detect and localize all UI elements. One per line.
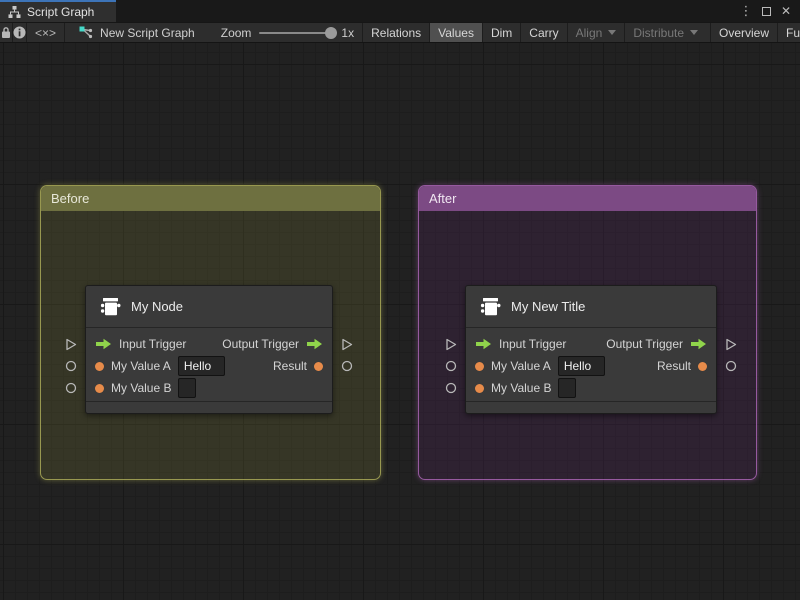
values-button[interactable]: Values bbox=[429, 23, 482, 42]
value-input-port[interactable] bbox=[64, 377, 78, 399]
group-after-header[interactable]: After bbox=[419, 186, 756, 211]
value-input-port[interactable] bbox=[444, 377, 458, 399]
control-output-port[interactable] bbox=[724, 333, 738, 355]
value-port-icon bbox=[95, 361, 104, 371]
value-port-icon bbox=[475, 383, 484, 393]
toolbar-right-group: Relations Values Dim Carry Align Distrib… bbox=[362, 23, 800, 42]
port-row: My Value B bbox=[86, 377, 332, 399]
info-icon bbox=[13, 26, 26, 39]
input-ports bbox=[444, 333, 458, 399]
my-value-b-input[interactable] bbox=[558, 378, 577, 398]
align-dropdown[interactable]: Align bbox=[566, 23, 625, 42]
value-output-port[interactable] bbox=[724, 355, 738, 377]
node-title: My New Title bbox=[511, 299, 586, 314]
control-input-port[interactable] bbox=[444, 333, 458, 355]
maximize-icon[interactable] bbox=[758, 3, 774, 19]
trigger-in-icon bbox=[96, 338, 111, 350]
tab-script-graph[interactable]: Script Graph bbox=[0, 0, 116, 22]
port-row: My Value A Result bbox=[86, 355, 332, 377]
window-controls: ⋮ ✕ bbox=[738, 0, 800, 22]
graph-canvas[interactable]: Before After My Node Input Trigger Outpu… bbox=[0, 43, 800, 600]
unit-node-icon bbox=[100, 297, 121, 315]
value-port-icon bbox=[698, 361, 707, 371]
code-preview-button[interactable]: <×> bbox=[27, 23, 66, 42]
distribute-dropdown[interactable]: Distribute bbox=[624, 23, 706, 42]
port-row: Input Trigger Output Trigger bbox=[86, 333, 332, 355]
node-header[interactable]: My New Title bbox=[466, 286, 716, 328]
close-icon[interactable]: ✕ bbox=[778, 3, 794, 19]
graph-toolbar: <×> New Script Graph Zoom 1x Relations V… bbox=[0, 22, 800, 43]
node-header[interactable]: My Node bbox=[86, 286, 332, 328]
relations-button[interactable]: Relations bbox=[362, 23, 429, 42]
zoom-value: 1x bbox=[341, 25, 355, 40]
tab-title: Script Graph bbox=[27, 5, 95, 19]
port-row: My Value B bbox=[466, 377, 716, 399]
unit-node-icon bbox=[480, 297, 501, 315]
menu-kebab-icon[interactable]: ⋮ bbox=[738, 3, 754, 19]
port-row: My Value A Result bbox=[466, 355, 716, 377]
script-graph-window: Script Graph ⋮ ✕ <×> New Script Graph Zo… bbox=[0, 0, 800, 600]
control-input-port[interactable] bbox=[64, 333, 78, 355]
my-value-a-input[interactable] bbox=[557, 356, 605, 376]
port-row: Input Trigger Output Trigger bbox=[466, 333, 716, 355]
group-after-label: After bbox=[429, 191, 457, 206]
hierarchy-icon bbox=[8, 6, 21, 18]
node-footer bbox=[466, 401, 716, 413]
info-button[interactable] bbox=[13, 23, 27, 42]
input-ports bbox=[64, 333, 78, 399]
value-port-icon bbox=[95, 383, 104, 393]
trigger-out-icon bbox=[691, 338, 706, 350]
trigger-in-icon bbox=[476, 338, 491, 350]
tab-bar: Script Graph ⋮ ✕ bbox=[0, 0, 800, 22]
node-my-new-title[interactable]: My New Title Input Trigger Output Trigge… bbox=[445, 285, 737, 414]
group-before-label: Before bbox=[51, 191, 90, 206]
group-before-header[interactable]: Before bbox=[41, 186, 380, 211]
control-output-port[interactable] bbox=[340, 333, 354, 355]
value-port-icon bbox=[475, 361, 484, 371]
lock-button[interactable] bbox=[0, 23, 13, 42]
my-value-a-input[interactable] bbox=[177, 356, 225, 376]
output-ports bbox=[340, 333, 354, 377]
overview-button[interactable]: Overview bbox=[710, 23, 777, 42]
my-value-b-input[interactable] bbox=[178, 378, 197, 398]
chevron-down-icon bbox=[690, 30, 698, 35]
graph-icon bbox=[79, 26, 93, 39]
zoom-slider-knob[interactable] bbox=[325, 26, 338, 39]
node-title: My Node bbox=[131, 299, 184, 314]
value-input-port[interactable] bbox=[444, 355, 458, 377]
value-input-port[interactable] bbox=[64, 355, 78, 377]
value-port-icon bbox=[314, 361, 323, 371]
full-screen-button[interactable]: Full Screen bbox=[777, 23, 800, 42]
graph-name[interactable]: New Script Graph bbox=[65, 23, 205, 42]
value-output-port[interactable] bbox=[340, 355, 354, 377]
node-ports: Input Trigger Output Trigger My Value A … bbox=[86, 328, 332, 401]
graph-name-label: New Script Graph bbox=[100, 25, 195, 40]
chevron-down-icon bbox=[608, 30, 617, 35]
zoom-control: Zoom 1x bbox=[205, 23, 362, 42]
zoom-label: Zoom bbox=[220, 25, 252, 40]
node-ports: Input Trigger Output Trigger My Value A … bbox=[466, 328, 716, 401]
node-footer bbox=[86, 401, 332, 413]
output-ports bbox=[724, 333, 738, 377]
carry-button[interactable]: Carry bbox=[520, 23, 566, 42]
dim-button[interactable]: Dim bbox=[481, 23, 520, 42]
lock-icon bbox=[2, 27, 10, 38]
node-my-node[interactable]: My Node Input Trigger Output Trigger My … bbox=[65, 285, 353, 414]
trigger-out-icon bbox=[307, 338, 322, 350]
zoom-slider[interactable] bbox=[259, 26, 338, 39]
